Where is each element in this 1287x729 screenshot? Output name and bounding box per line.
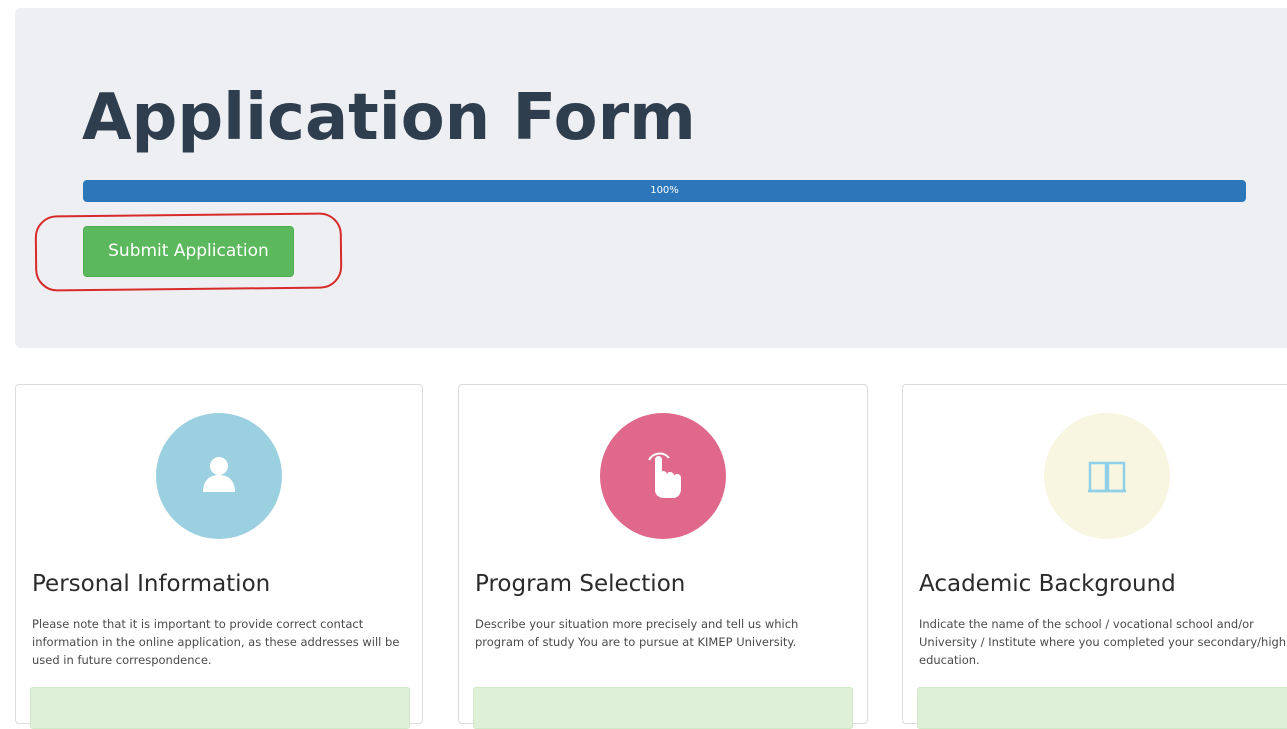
card-description: Please note that it is important to prov… bbox=[32, 617, 400, 667]
page-title: Application Form bbox=[82, 81, 696, 155]
submit-application-button[interactable]: Submit Application bbox=[83, 226, 294, 277]
card-personal-information[interactable]: Personal Information Please note that it… bbox=[15, 384, 423, 729]
card-action-button[interactable] bbox=[917, 687, 1287, 729]
card-action-button[interactable] bbox=[30, 687, 410, 729]
card-icon-circle bbox=[1044, 413, 1170, 539]
user-icon bbox=[203, 457, 235, 492]
card-action-button[interactable] bbox=[473, 687, 853, 729]
card-program-selection[interactable]: Program Selection Describe your situatio… bbox=[458, 384, 868, 729]
card-icon-circle bbox=[600, 413, 726, 539]
card-icon-circle bbox=[156, 413, 282, 539]
book-icon bbox=[1088, 461, 1126, 493]
card-title: Program Selection bbox=[475, 571, 686, 597]
card-description: Describe your situation more precisely a… bbox=[475, 617, 799, 649]
card-academic-background[interactable]: Academic Background Indicate the name of… bbox=[902, 384, 1287, 729]
card-title: Personal Information bbox=[32, 571, 271, 597]
card-title: Academic Background bbox=[919, 571, 1176, 597]
progress-bar-fill: 100% bbox=[83, 180, 1246, 202]
header-panel: Application Form 100% Submit Application bbox=[15, 8, 1287, 348]
progress-bar: 100% bbox=[83, 180, 1246, 202]
pointer-hand-icon bbox=[648, 452, 681, 498]
card-description: Indicate the name of the school / vocati… bbox=[919, 617, 1287, 667]
